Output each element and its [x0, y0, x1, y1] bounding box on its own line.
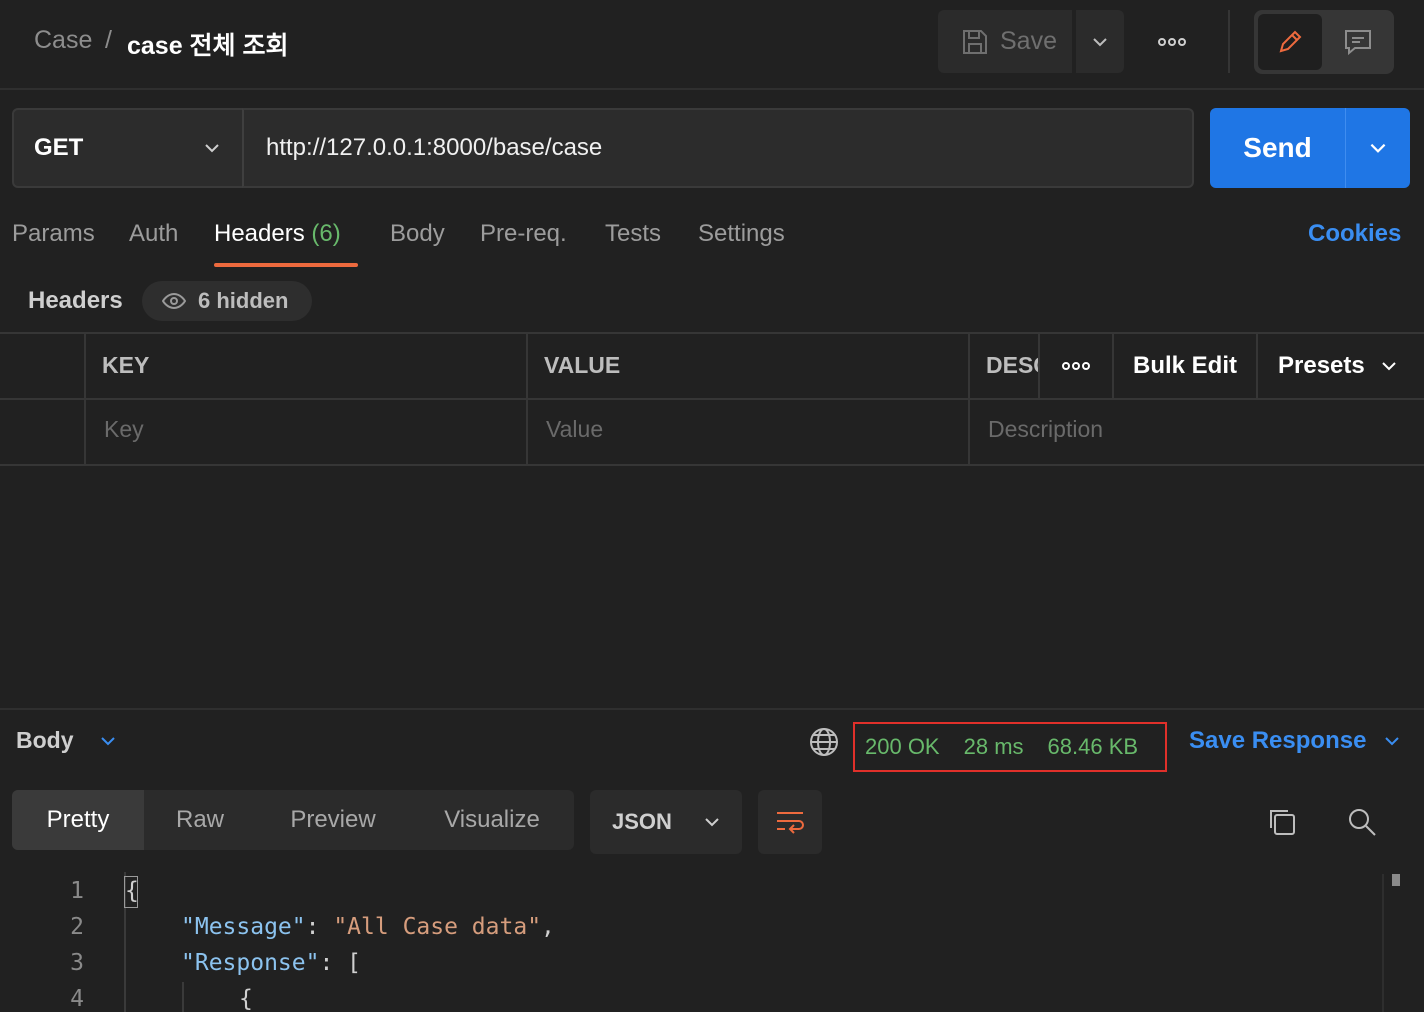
response-time[interactable]: 28 ms [964, 734, 1024, 760]
line-number: 1 [70, 878, 84, 904]
code-line-3: "Response": [ [181, 950, 361, 976]
tab-headers-label: Headers [214, 220, 305, 247]
globe-icon[interactable] [808, 726, 840, 758]
line-number: 3 [70, 950, 84, 976]
tab-auth[interactable]: Auth [129, 220, 178, 248]
method-value: GET [34, 134, 84, 161]
chevron-down-icon [1367, 137, 1389, 159]
comment-icon [1343, 27, 1373, 57]
breadcrumb-current[interactable]: case 전체 조회 [127, 26, 289, 62]
response-size[interactable]: 68.46 KB [1048, 734, 1139, 760]
edit-mode-button[interactable] [1258, 14, 1322, 70]
eye-icon [162, 293, 186, 309]
format-select[interactable]: JSON [590, 790, 742, 854]
presets-dropdown[interactable]: Presets [1258, 334, 1424, 398]
column-header-description: DESC [986, 352, 1038, 378]
line-number: 2 [70, 914, 84, 940]
code-line-4: { [239, 986, 253, 1012]
view-tab-visualize[interactable]: Visualize [410, 790, 574, 850]
view-tab-preview[interactable]: Preview [256, 790, 410, 850]
code-line-1: { [125, 878, 139, 904]
send-button-group: Send [1210, 108, 1410, 188]
more-horizontal-icon [1157, 37, 1187, 47]
save-label: Save [1000, 27, 1057, 55]
table-bottom-border [0, 464, 1424, 466]
send-options-button[interactable] [1346, 108, 1410, 188]
tab-headers[interactable]: Headers (6) [214, 220, 341, 248]
column-header-key: KEY [102, 352, 150, 378]
tab-params[interactable]: Params [12, 220, 95, 248]
breadcrumb-separator: / [105, 26, 112, 54]
method-select[interactable]: GET [12, 108, 244, 188]
tab-pre-request[interactable]: Pre-req. [480, 220, 567, 248]
tab-headers-count: (6) [311, 220, 341, 247]
search-icon[interactable] [1346, 806, 1378, 838]
view-tab-pretty[interactable]: Pretty [12, 790, 144, 850]
view-tab-raw[interactable]: Raw [144, 790, 256, 850]
save-response-dropdown[interactable]: Save Response [1189, 727, 1402, 755]
response-body-label: Body [16, 727, 74, 753]
description-input[interactable]: Description [988, 416, 1103, 443]
bulk-edit-button[interactable]: Bulk Edit [1114, 334, 1256, 398]
active-tab-indicator [214, 263, 358, 267]
headers-section-title: Headers [28, 287, 123, 314]
chevron-down-icon [1090, 32, 1110, 52]
url-input[interactable]: http://127.0.0.1:8000/base/case [242, 108, 1194, 188]
column-header-value: VALUE [544, 352, 621, 378]
cookies-link[interactable]: Cookies [1308, 220, 1401, 248]
key-input[interactable]: Key [104, 416, 144, 443]
chevron-down-icon [702, 812, 722, 832]
format-value: JSON [612, 809, 672, 834]
value-input[interactable]: Value [546, 416, 603, 443]
json-key: "Message" [181, 914, 306, 940]
save-response-label: Save Response [1189, 727, 1367, 754]
wrap-lines-icon [774, 808, 806, 836]
table-more-options-button[interactable] [1040, 334, 1112, 398]
hidden-headers-toggle[interactable]: 6 hidden [142, 281, 312, 321]
toolbar-divider [1228, 10, 1230, 73]
table-col-divider [526, 334, 528, 464]
tab-tests[interactable]: Tests [605, 220, 661, 248]
json-string: "All Case data" [333, 914, 542, 940]
response-view-tabs: Pretty Raw Preview Visualize [12, 790, 574, 850]
comments-button[interactable] [1326, 14, 1390, 70]
json-key: "Response" [181, 950, 320, 976]
send-button[interactable]: Send [1210, 108, 1345, 188]
more-options-button[interactable] [1148, 22, 1196, 62]
table-col-divider [84, 334, 86, 464]
table-header-border [0, 398, 1424, 400]
chevron-down-icon [98, 731, 118, 751]
response-body-dropdown[interactable]: Body [16, 727, 118, 754]
response-divider[interactable] [0, 708, 1424, 710]
json-punct: : [305, 914, 334, 940]
more-horizontal-icon [1061, 361, 1091, 371]
code-line-2: "Message": "All Case data", [181, 914, 555, 940]
save-icon [960, 27, 990, 57]
chevron-down-icon [1382, 731, 1402, 751]
chevron-down-icon [1379, 356, 1399, 376]
fold-guide [182, 982, 184, 1012]
save-button[interactable]: Save [938, 10, 1072, 73]
code-scrollbar-track[interactable] [1382, 874, 1384, 1012]
table-col-divider [968, 334, 970, 464]
json-punct: : [ [319, 950, 362, 976]
line-number: 4 [70, 986, 84, 1012]
hidden-count-label: 6 hidden [198, 288, 289, 313]
presets-label: Presets [1278, 352, 1365, 379]
pencil-icon [1275, 27, 1305, 57]
tab-settings[interactable]: Settings [698, 220, 785, 248]
wrap-lines-button[interactable] [758, 790, 822, 854]
chevron-down-icon [202, 138, 222, 158]
tab-body[interactable]: Body [390, 220, 445, 248]
code-scrollbar-thumb[interactable] [1392, 874, 1400, 886]
copy-icon[interactable] [1266, 806, 1298, 838]
save-options-button[interactable] [1076, 10, 1124, 73]
status-code[interactable]: 200 OK [865, 734, 940, 760]
response-stats: 200 OK 28 ms 68.46 KB [853, 722, 1167, 772]
breadcrumb-parent[interactable]: Case [34, 26, 92, 55]
json-punct: , [541, 914, 555, 940]
